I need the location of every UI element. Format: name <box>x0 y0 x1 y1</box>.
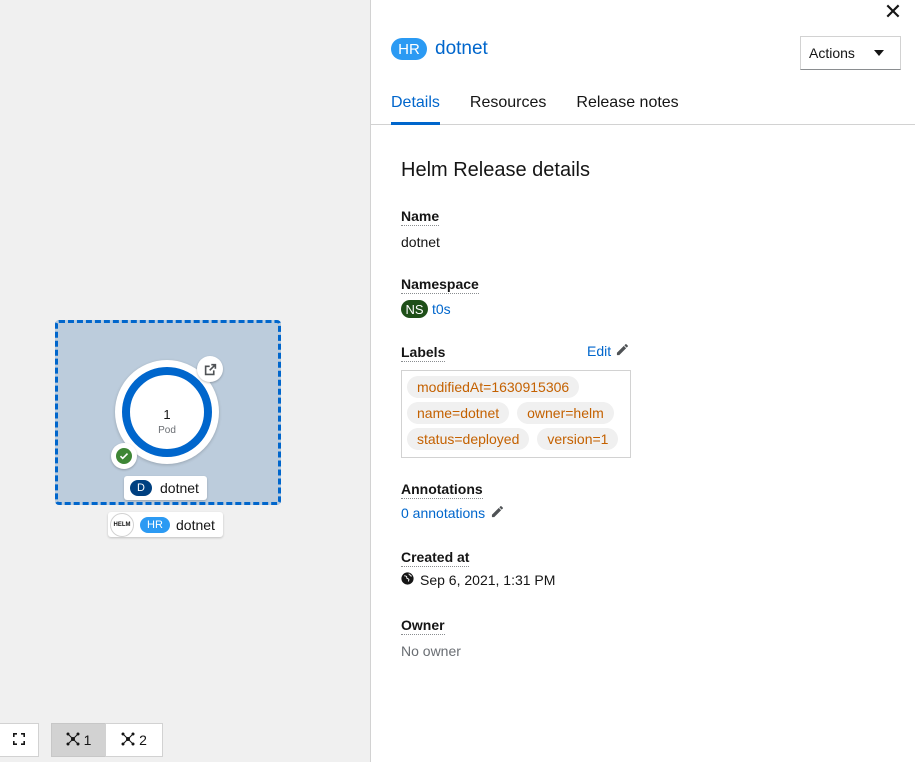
label-chip[interactable]: status=deployed <box>407 428 530 450</box>
name-label: Name <box>401 208 440 226</box>
pencil-icon <box>616 343 629 359</box>
labels-list: modifiedAt=1630915306 name=dotnet owner=… <box>401 370 631 458</box>
annotations-label: Annotations <box>401 481 483 499</box>
edit-label: Edit <box>587 343 612 359</box>
check-circle-icon <box>111 443 137 469</box>
layout-1-button[interactable]: 1 <box>51 723 106 757</box>
caret-down-icon <box>874 50 884 56</box>
deployment-badge: D <box>130 480 152 496</box>
expand-icon <box>12 732 25 748</box>
section-title: Helm Release details <box>401 159 590 181</box>
created-value-row: Sep 6, 2021, 1:31 PM <box>401 572 555 588</box>
release-badge: HR <box>140 516 170 533</box>
helm-icon: HELM <box>110 512 134 537</box>
deployment-name: dotnet <box>160 480 199 496</box>
helm-release-label[interactable]: HELM HR dotnet <box>108 512 223 537</box>
namespace-link[interactable]: t0s <box>432 301 451 317</box>
tab-release-notes[interactable]: Release notes <box>576 86 678 125</box>
topology-icon <box>66 732 80 749</box>
tab-details[interactable]: Details <box>391 86 440 125</box>
release-badge: HR <box>391 38 427 60</box>
tab-bar: Details Resources Release notes <box>371 86 915 125</box>
expand-button[interactable] <box>0 723 39 757</box>
annotations-link[interactable]: 0 annotations <box>401 505 504 521</box>
topology-canvas[interactable]: 1 Pod D dotnet HELM HR dotnet 1 2 <box>0 0 370 762</box>
namespace-badge: NS <box>401 300 428 318</box>
created-value: Sep 6, 2021, 1:31 PM <box>420 572 556 588</box>
label-chip[interactable]: name=dotnet <box>407 402 510 424</box>
name-value: dotnet <box>401 234 440 250</box>
panel-title: HR dotnet <box>391 38 488 60</box>
namespace-value-row: NS t0s <box>401 300 451 318</box>
deployment-label[interactable]: D dotnet <box>124 476 207 500</box>
topology-icon <box>121 732 135 749</box>
owner-label: Owner <box>401 617 445 635</box>
globe-icon <box>401 572 414 588</box>
owner-value: No owner <box>401 643 461 659</box>
created-label: Created at <box>401 549 470 567</box>
pod-donut: 1 Pod <box>122 367 212 457</box>
actions-dropdown[interactable]: Actions <box>800 36 901 70</box>
layout-2-label: 2 <box>139 732 147 748</box>
labels-label: Labels <box>401 344 446 362</box>
details-panel: ✕ HR dotnet Actions Details Resources Re… <box>370 0 915 762</box>
layout-1-label: 1 <box>83 732 92 748</box>
release-name: dotnet <box>176 516 215 533</box>
tab-resources[interactable]: Resources <box>470 86 546 125</box>
layout-2-button[interactable]: 2 <box>105 723 163 757</box>
label-chip[interactable]: modifiedAt=1630915306 <box>407 376 580 398</box>
release-title[interactable]: dotnet <box>435 38 488 60</box>
pencil-icon <box>491 505 504 521</box>
actions-label: Actions <box>809 45 855 61</box>
label-chip[interactable]: owner=helm <box>517 402 614 424</box>
close-icon[interactable]: ✕ <box>883 0 903 24</box>
external-link-icon[interactable] <box>197 356 223 382</box>
pod-count: 1 <box>163 407 171 422</box>
namespace-label: Namespace <box>401 276 479 294</box>
edit-labels-button[interactable]: Edit <box>587 343 629 359</box>
annotations-value: 0 annotations <box>401 505 486 521</box>
label-chip[interactable]: version=1 <box>537 428 619 450</box>
pod-label: Pod <box>158 425 176 436</box>
